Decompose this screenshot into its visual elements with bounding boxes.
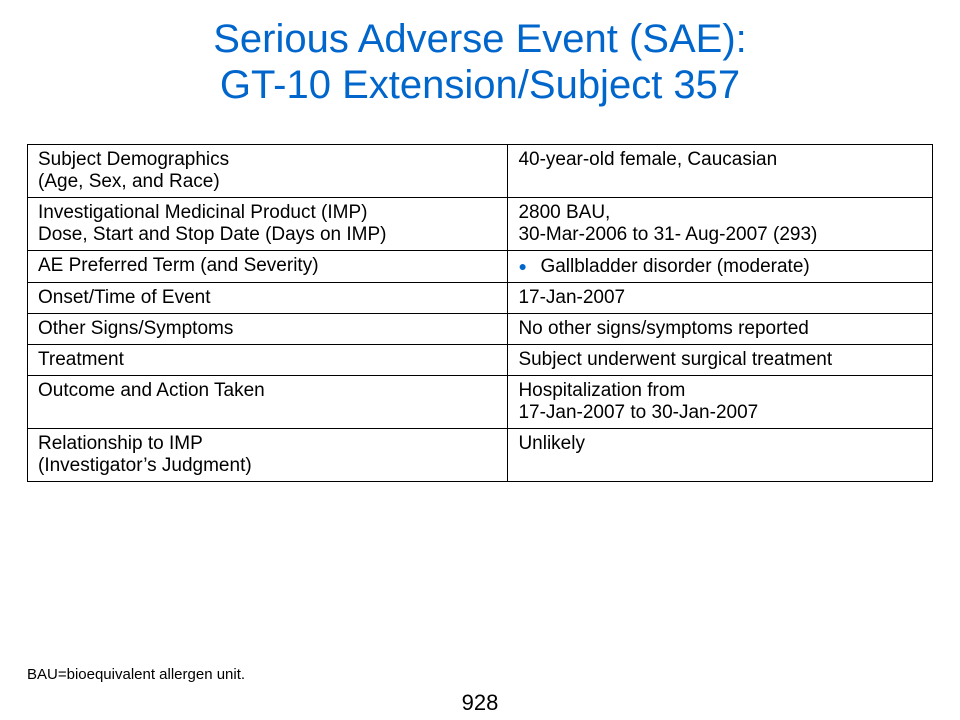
table-row: Subject Demographics (Age, Sex, and Race… [26, 144, 933, 198]
row-value-cell: ● Gallbladder disorder (moderate) [507, 250, 933, 283]
title-line-2: GT-10 Extension/Subject 357 [219, 63, 741, 107]
row-label: AE Preferred Term (and Severity) [38, 255, 319, 276]
row-value-cell: Unlikely [507, 428, 933, 482]
footnote: BAU=bioequivalent allergen unit. [27, 666, 246, 683]
row-label: Other Signs/Symptoms [38, 318, 234, 339]
title-line-1: Serious Adverse Event (SAE): [213, 17, 747, 61]
row-value: 30-Mar-2006 to 31- Aug-2007 (293) [518, 224, 818, 245]
row-value-cell: 2800 BAU, 30-Mar-2006 to 31- Aug-2007 (2… [507, 197, 933, 251]
table-row: Relationship to IMP (Investigator’s Judg… [26, 428, 933, 482]
table-row: Treatment Subject underwent surgical tre… [26, 344, 933, 376]
table-row: Investigational Medicinal Product (IMP) … [26, 197, 933, 251]
table-row: Other Signs/Symptoms No other signs/symp… [26, 313, 933, 345]
row-label-cell: Treatment [26, 344, 509, 376]
row-value: Subject underwent surgical treatment [518, 349, 833, 370]
row-label: Onset/Time of Event [38, 287, 211, 308]
row-value: 2800 BAU, [518, 202, 611, 223]
row-label: Relationship to IMP [38, 433, 203, 454]
row-value: Unlikely [518, 433, 585, 454]
row-value: Hospitalization from [518, 380, 686, 401]
row-label-cell: Outcome and Action Taken [26, 375, 509, 429]
row-label-cell: Subject Demographics (Age, Sex, and Race… [26, 144, 509, 198]
page-title: Serious Adverse Event (SAE): GT-10 Exten… [0, 16, 960, 108]
row-label: Outcome and Action Taken [38, 380, 265, 401]
row-label-cell: Onset/Time of Event [26, 282, 509, 314]
row-value: 40-year-old female, Caucasian [518, 149, 778, 170]
row-label-cell: Other Signs/Symptoms [26, 313, 509, 345]
row-label-cell: Relationship to IMP (Investigator’s Judg… [26, 428, 509, 482]
row-label: (Investigator’s Judgment) [38, 455, 252, 476]
row-value-cell: No other signs/symptoms reported [507, 313, 933, 345]
row-label-cell: Investigational Medicinal Product (IMP) … [26, 197, 509, 251]
row-label: Dose, Start and Stop Date (Days on IMP) [38, 224, 387, 245]
bulleted-value: ● Gallbladder disorder (moderate) [518, 255, 922, 278]
sae-details-table: Subject Demographics (Age, Sex, and Race… [26, 144, 933, 482]
row-label: Investigational Medicinal Product (IMP) [38, 202, 368, 223]
row-value: 17-Jan-2007 [518, 287, 626, 308]
table-row: Outcome and Action Taken Hospitalization… [26, 375, 933, 429]
row-value: No other signs/symptoms reported [518, 318, 809, 339]
table-row: AE Preferred Term (and Severity) ● Gallbl… [26, 250, 933, 283]
row-label: (Age, Sex, and Race) [38, 171, 220, 192]
row-label: Treatment [38, 349, 124, 370]
row-label: Subject Demographics [38, 149, 230, 170]
row-value-cell: 17-Jan-2007 [507, 282, 933, 314]
row-value-cell: Hospitalization from 17-Jan-2007 to 30-J… [507, 375, 933, 429]
bullet-dot-icon: ● [518, 258, 527, 274]
row-label-cell: AE Preferred Term (and Severity) [26, 250, 509, 283]
row-value-cell: 40-year-old female, Caucasian [507, 144, 933, 198]
page-number: 928 [461, 690, 499, 715]
table-row: Onset/Time of Event 17-Jan-2007 [26, 282, 933, 314]
row-value-cell: Subject underwent surgical treatment [507, 344, 933, 376]
row-value: 17-Jan-2007 to 30-Jan-2007 [518, 402, 759, 423]
row-value: Gallbladder disorder (moderate) [540, 256, 810, 277]
